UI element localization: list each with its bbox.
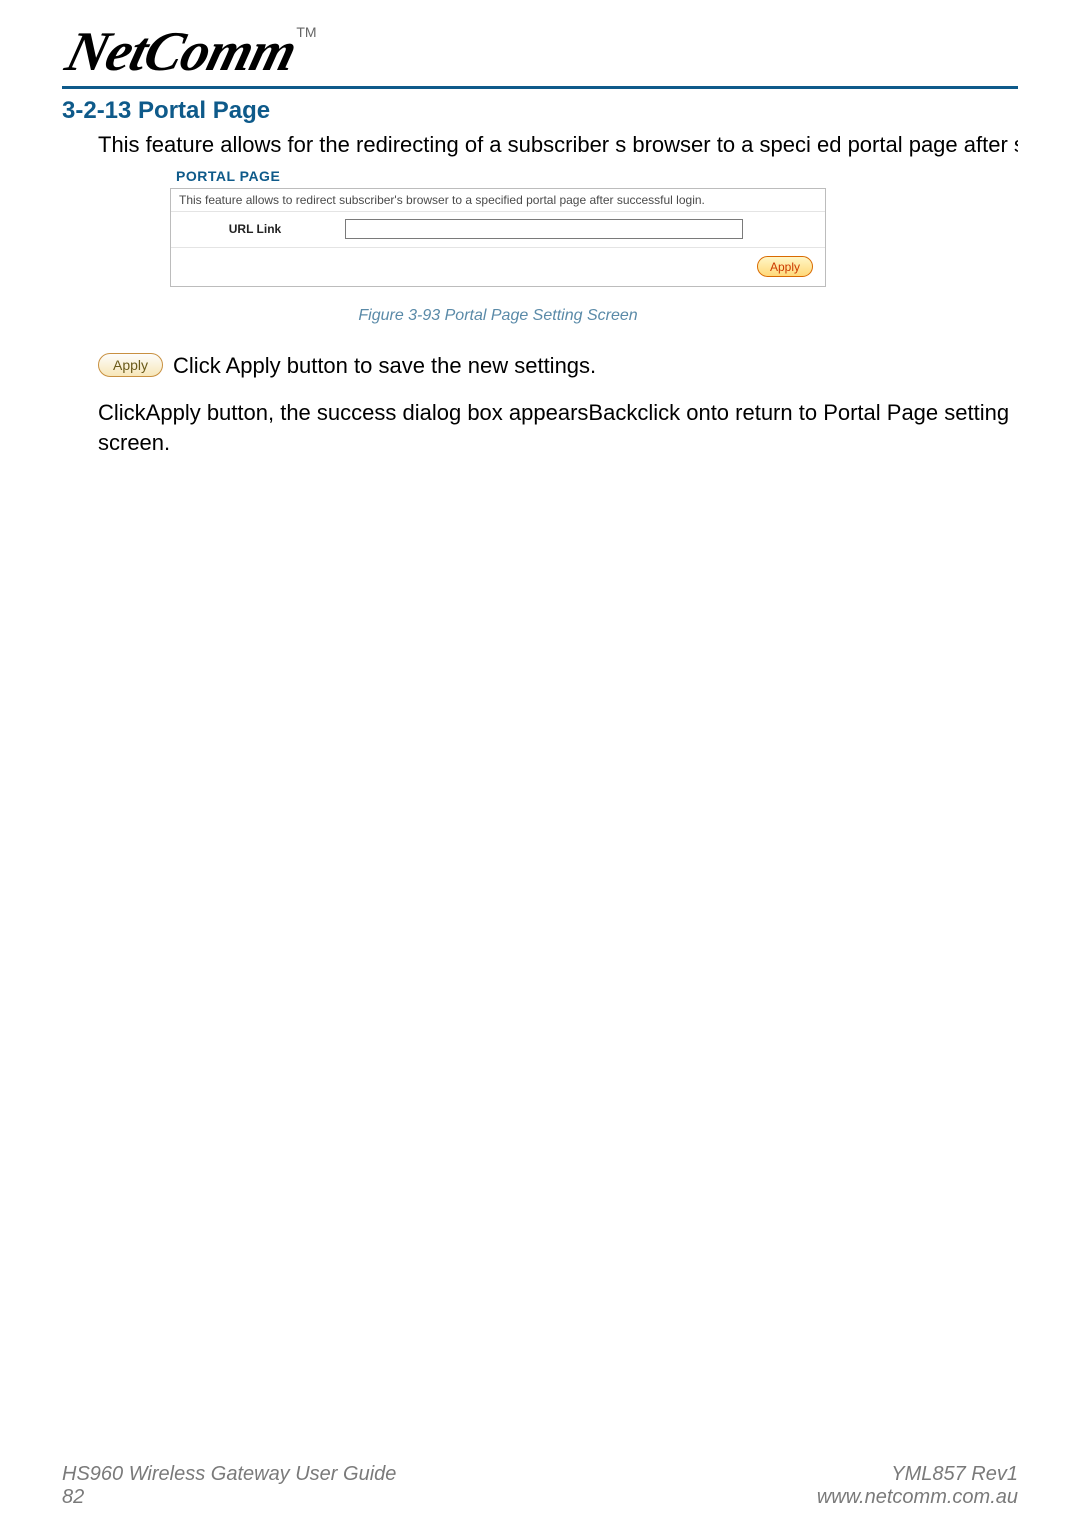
- panel-title: PORTAL PAGE: [170, 168, 826, 184]
- action-row: Apply: [171, 248, 825, 286]
- apply-instruction-text: Click Apply button to save the new setti…: [173, 351, 596, 381]
- page-container: NetCommTM 3-2-13 Portal Page This featur…: [0, 0, 1080, 1527]
- apply-button[interactable]: Apply: [757, 256, 813, 277]
- url-row: URL Link: [171, 212, 825, 248]
- logo-text: NetComm: [54, 24, 301, 80]
- panel-description: This feature allows to redirect subscrib…: [171, 189, 825, 212]
- inline-apply-button: Apply: [98, 353, 163, 377]
- page-footer: HS960 Wireless Gateway User Guide 82 YML…: [62, 1463, 1018, 1509]
- text-back: Back: [588, 400, 637, 425]
- text-click: Click: [98, 400, 146, 425]
- footer-revision: YML857 Rev1: [817, 1463, 1018, 1486]
- footer-right: YML857 Rev1 www.netcomm.com.au: [817, 1463, 1018, 1509]
- footer-guide-title: HS960 Wireless Gateway User Guide: [62, 1463, 396, 1486]
- header: NetCommTM: [62, 24, 1018, 89]
- figure-caption: Figure 3-93 Portal Page Setting Screen: [170, 307, 826, 325]
- text-apply: Apply button, the success dialog box app…: [146, 400, 589, 425]
- header-divider: [62, 86, 1018, 89]
- footer-url: www.netcomm.com.au: [817, 1486, 1018, 1509]
- portal-figure: PORTAL PAGE This feature allows to redir…: [170, 168, 826, 325]
- section-number: 3-2-13: [62, 97, 131, 124]
- footer-left: HS960 Wireless Gateway User Guide 82: [62, 1463, 396, 1509]
- portal-panel: This feature allows to redirect subscrib…: [170, 188, 826, 287]
- brand-logo: NetCommTM: [62, 24, 1018, 80]
- footer-page-number: 82: [62, 1486, 396, 1509]
- section-name: Portal Page: [138, 97, 270, 124]
- section-title: 3-2-13 Portal Page: [62, 97, 1018, 125]
- url-link-label: URL Link: [171, 222, 339, 236]
- url-input-cell: [339, 219, 825, 239]
- body-block: Apply Click Apply button to save the new…: [62, 351, 1018, 458]
- text-clickon: click on: [637, 400, 710, 425]
- apply-instruction-row: Apply Click Apply button to save the new…: [98, 351, 1018, 381]
- back-instruction-text: ClickApply button, the success dialog bo…: [98, 398, 1018, 457]
- intro-paragraph: This feature allows for the redirecting …: [62, 131, 1018, 160]
- url-link-input[interactable]: [345, 219, 743, 239]
- figure-wrapper: PORTAL PAGE This feature allows to redir…: [62, 160, 1018, 325]
